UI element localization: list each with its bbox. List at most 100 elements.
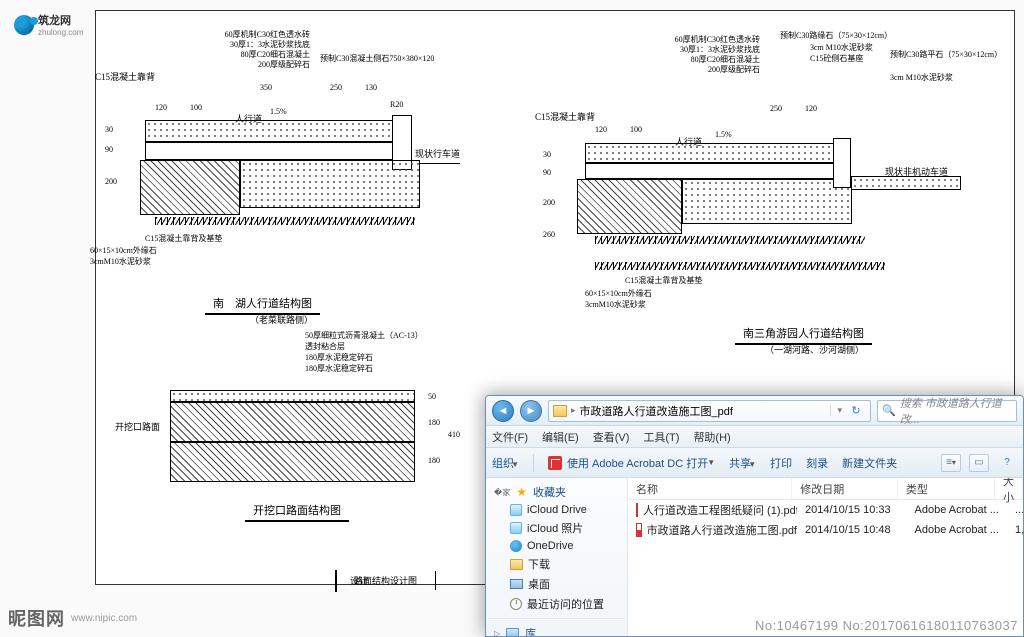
column-headers[interactable]: 名称 修改日期 类型 大小	[628, 478, 1023, 500]
ext-stone: 60×15×10cm外缘石	[90, 245, 157, 256]
search-icon: 🔍	[882, 404, 896, 417]
favorites-header[interactable]: �家★收藏夹	[488, 482, 625, 502]
breadcrumb-sep-icon: ▸	[571, 405, 576, 416]
nav-forward-button[interactable]: ►	[520, 400, 542, 422]
dim: 130	[365, 83, 377, 92]
burn-button[interactable]: 刻录	[806, 455, 828, 471]
sidebar-recent[interactable]: 最近访问的位置	[488, 594, 625, 614]
section1-sub: （老菜联路侧）	[250, 313, 313, 326]
file-type: Adobe Acrobat ...	[907, 504, 1008, 516]
excavation-label: 开挖口路面	[115, 420, 160, 433]
carlane-label: 现状行车道	[415, 147, 460, 160]
search-box[interactable]: 🔍 搜索 市政道路人行道改...	[877, 400, 1017, 422]
col-date[interactable]: 修改日期	[792, 478, 898, 499]
dim: 120	[805, 104, 817, 113]
folder-icon	[510, 559, 523, 570]
nav-back-button[interactable]: ◄	[492, 400, 514, 422]
address-bar[interactable]: ▸ 市政道路人行道改造施工图_pdf ▾ ↻	[548, 400, 871, 422]
logo-sub: zhulong.com	[38, 28, 83, 37]
file-type: Adobe Acrobat ...	[907, 524, 1008, 536]
watermark-domain: www.nipic.com	[71, 613, 137, 624]
menu-bar[interactable]: 文件(F) 编辑(E) 查看(V) 工具(T) 帮助(H)	[486, 426, 1023, 448]
view-mode-button[interactable]: ≡ ▾	[941, 454, 961, 472]
mortar-note2: 3cmM10水泥砂浆	[585, 299, 646, 310]
paving-layer	[145, 120, 395, 142]
file-date: 2014/10/15 10:33	[797, 504, 907, 516]
dim: 120	[595, 125, 607, 134]
dim: 350	[260, 83, 272, 92]
sidebar-downloads[interactable]: 下载	[488, 554, 625, 574]
file-size: ...	[1007, 504, 1023, 516]
desktop-icon	[510, 579, 523, 589]
pdf-icon	[636, 523, 642, 537]
dim: 30	[105, 125, 113, 134]
star-icon: ★	[516, 485, 527, 499]
pdf-icon	[636, 503, 638, 517]
menu-view[interactable]: 查看(V)	[593, 429, 630, 445]
command-bar[interactable]: 组织 ▼ 使用 Adobe Acrobat DC 打开 ▼ 共享 ▼ 打印 刻录…	[486, 448, 1023, 478]
cushion-note: C15混凝土靠背及基垫	[145, 233, 222, 244]
curb-note-right: 预制C30路缘石（75×30×12cm）	[780, 30, 892, 41]
mortar-note: 3cmM10水泥砂浆	[90, 256, 151, 267]
ground2	[595, 236, 865, 244]
help-button[interactable]: ?	[997, 454, 1017, 472]
menu-tools[interactable]: 工具(T)	[643, 429, 679, 445]
col-size[interactable]: 大小	[995, 478, 1023, 499]
flat-stone: 预制C30路平石（75×30×12cm）	[890, 50, 980, 60]
breadcrumb-item[interactable]: 市政道路人行道改造施工图_pdf	[580, 403, 733, 419]
paving-layer2	[585, 143, 835, 163]
new-folder-button[interactable]: 新建文件夹	[842, 455, 897, 471]
sidebar-icloud-drive[interactable]: iCloud Drive	[488, 502, 625, 518]
explorer-titlebar[interactable]: ◄ ► ▸ 市政道路人行道改造施工图_pdf ▾ ↻ 🔍 搜索 市政道路人行道改…	[486, 396, 1023, 426]
explorer-body: �家★收藏夹 iCloud Drive iCloud 照片 OneDrive 下…	[486, 478, 1023, 636]
menu-file[interactable]: 文件(F)	[492, 429, 528, 445]
mortar-r2: 3cm M10水泥砂浆	[890, 72, 953, 83]
layer-notes-left: 60厚机制C30红色透水砖 30厚1：3水泥砂浆找底 80厚C20细石混凝土 2…	[160, 30, 310, 70]
sidebar-onedrive[interactable]: OneDrive	[488, 538, 625, 554]
dim: 200	[105, 177, 117, 186]
file-explorer-window[interactable]: ◄ ► ▸ 市政道路人行道改造施工图_pdf ▾ ↻ 🔍 搜索 市政道路人行道改…	[485, 395, 1024, 637]
c15-back-right: C15混凝土靠背	[535, 110, 595, 123]
refresh-icon[interactable]: ↻	[846, 404, 866, 417]
file-size: 1,76	[1007, 524, 1023, 536]
search-placeholder: 搜索 市政道路人行道改...	[900, 395, 1012, 427]
slope: 1.5%	[715, 130, 732, 139]
title-block: 路面结构设计图 设计	[335, 570, 337, 592]
file-list-pane[interactable]: 名称 修改日期 类型 大小 人行道改造工程图纸疑问 (1).pdf 2014/1…	[628, 478, 1023, 636]
asphalt-layer	[170, 390, 415, 402]
dim: 180	[428, 456, 440, 465]
toolbar-sep	[533, 454, 534, 472]
col-name[interactable]: 名称	[628, 478, 792, 499]
section1-title: 南 湖人行道结构图	[205, 295, 320, 315]
sidebar-desktop[interactable]: 桌面	[488, 574, 625, 594]
addr-dropdown-icon[interactable]: ▾	[830, 405, 842, 416]
col-type[interactable]: 类型	[898, 478, 995, 499]
mortar-r1: 3cm M10水泥砂浆	[810, 42, 873, 53]
asphalt-notes: 50厚细粒式沥青混凝土（AC-13） 透封粘合层 180厚水泥稳定碎石 180厚…	[305, 330, 423, 374]
menu-edit[interactable]: 编辑(E)	[542, 429, 579, 445]
ground2b	[595, 262, 885, 270]
icloud-photo-icon	[510, 522, 522, 534]
dim-total: 410	[448, 430, 460, 439]
c15-back-left: C15混凝土靠背	[95, 70, 155, 83]
section-drawing-left: 60厚机制C30红色透水砖 30厚1：3水泥砂浆找底 80厚C20细石混凝土 2…	[120, 85, 460, 275]
print-button[interactable]: 打印	[770, 455, 792, 471]
logo-text: 筑龙网	[38, 12, 83, 28]
file-date: 2014/10/15 10:48	[797, 524, 907, 536]
dim: 180	[428, 418, 440, 427]
menu-help[interactable]: 帮助(H)	[693, 429, 730, 445]
open-with-acrobat-button[interactable]: 使用 Adobe Acrobat DC 打开 ▼	[548, 455, 715, 471]
file-row[interactable]: 市政道路人行道改造施工图.pdf 2014/10/15 10:48 Adobe …	[628, 520, 1023, 540]
preview-pane-button[interactable]: ▭	[969, 454, 989, 472]
organize-button[interactable]: 组织 ▼	[492, 455, 519, 471]
libraries-header[interactable]: ▷库	[488, 623, 625, 636]
share-button[interactable]: 共享 ▼	[729, 455, 756, 471]
nav-pane[interactable]: �家★收藏夹 iCloud Drive iCloud 照片 OneDrive 下…	[486, 478, 628, 636]
section3-title: 开挖口路面结构图	[245, 502, 349, 522]
watermark-right: No:10467199 No:20170616180110763037	[755, 618, 1018, 633]
sidebar-icloud-photo[interactable]: iCloud 照片	[488, 518, 625, 538]
stab2	[170, 442, 415, 482]
file-row[interactable]: 人行道改造工程图纸疑问 (1).pdf 2014/10/15 10:33 Ado…	[628, 500, 1023, 520]
icloud-icon	[510, 504, 522, 516]
logo-icon	[14, 15, 34, 35]
